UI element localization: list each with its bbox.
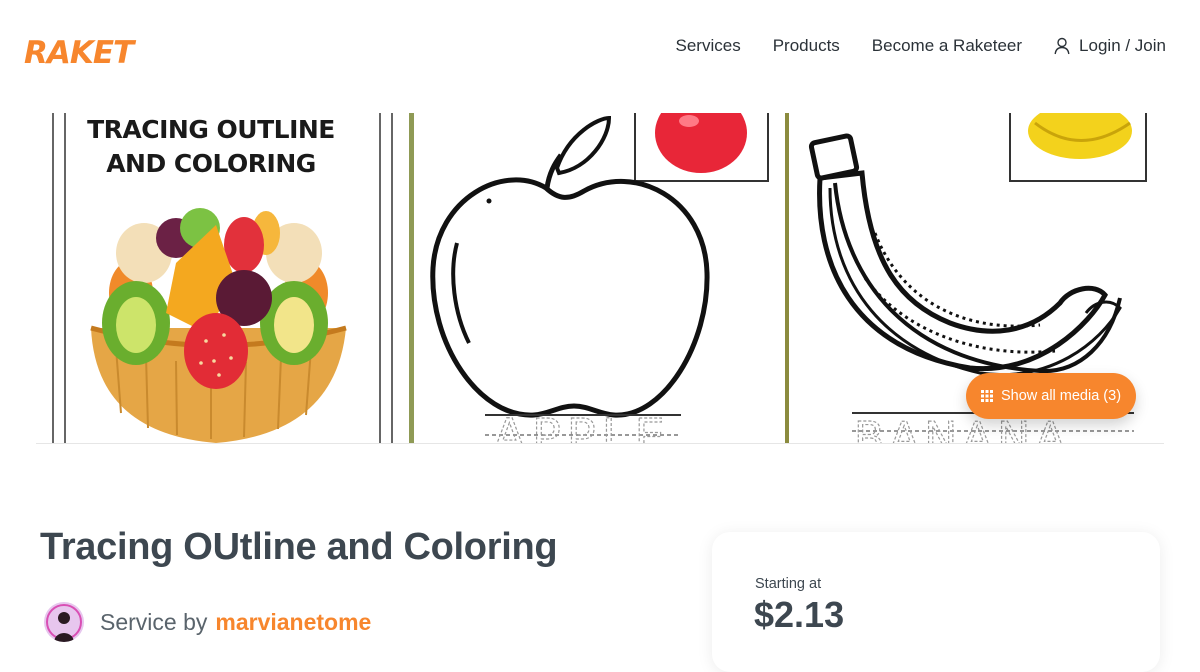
login-join-link[interactable]: Login / Join	[1054, 36, 1166, 56]
nav-products[interactable]: Products	[773, 36, 840, 56]
show-all-media-label: Show all media (3)	[1000, 388, 1122, 404]
svg-text:APPLE: APPLE	[493, 409, 671, 443]
service-title: Tracing OUtline and Coloring	[40, 526, 558, 568]
media-item-tart[interactable]: TRACING OUTLINE AND COLORING	[36, 113, 408, 443]
seller-avatar[interactable]	[44, 602, 84, 642]
nav-services[interactable]: Services	[676, 36, 741, 56]
show-all-media-button[interactable]: Show all media (3)	[966, 373, 1136, 419]
svg-text:RAKET: RAKET	[24, 35, 137, 70]
panel-title: TRACING OUTLINE AND COLORING	[87, 115, 335, 178]
price-card: Starting at $2.13	[712, 532, 1160, 672]
apple-image: APPLE	[409, 113, 789, 443]
main-nav: Services Products Become a Raketeer Logi…	[676, 36, 1166, 56]
service-by-label: Service by	[100, 608, 208, 635]
seller-name-link[interactable]: marvianetome	[215, 609, 371, 636]
login-join-label: Login / Join	[1079, 36, 1166, 55]
raket-logo[interactable]: RAKET	[22, 30, 162, 70]
site-header: RAKET Services Products Become a Raketee…	[0, 0, 1200, 100]
nav-become-raketeer[interactable]: Become a Raketeer	[872, 36, 1022, 56]
grid-icon	[980, 390, 993, 402]
media-item-apple[interactable]: APPLE	[409, 113, 789, 443]
seller-byline: Service by marvianetome	[44, 602, 371, 642]
user-icon	[1054, 37, 1070, 55]
starting-at-label: Starting at	[755, 576, 822, 592]
